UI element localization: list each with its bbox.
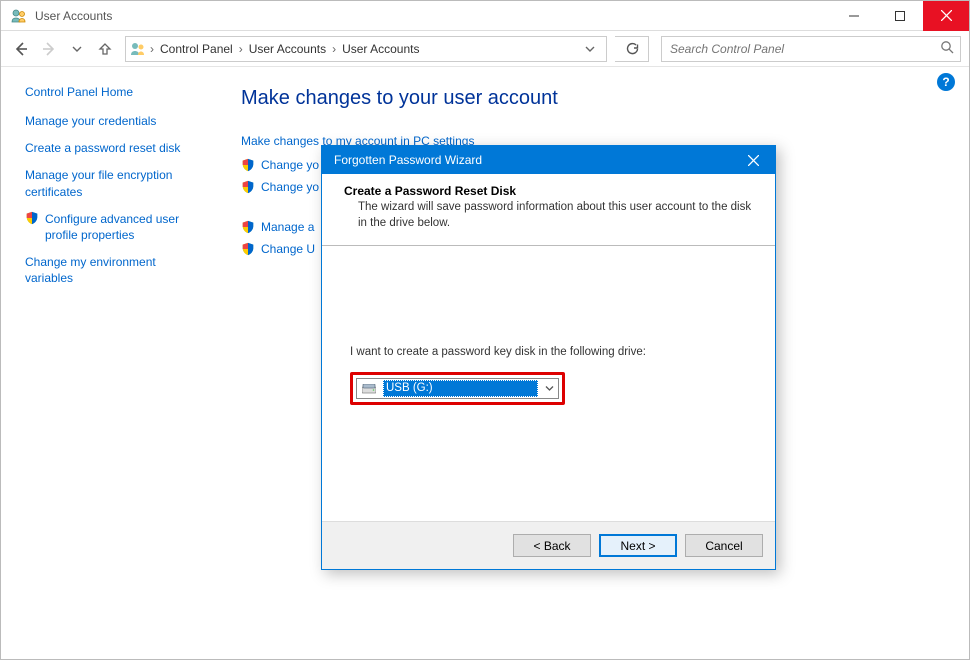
breadcrumb-item[interactable]: User Accounts bbox=[247, 40, 328, 58]
search-box[interactable] bbox=[661, 36, 961, 62]
refresh-button[interactable] bbox=[615, 36, 649, 62]
task-change-name[interactable]: Change yo bbox=[261, 158, 319, 172]
close-button[interactable] bbox=[923, 1, 969, 31]
sidebar-home-link[interactable]: Control Panel Home bbox=[25, 85, 199, 99]
window-title: User Accounts bbox=[35, 9, 112, 23]
sidebar-link-advanced-profile[interactable]: Configure advanced user profile properti… bbox=[45, 211, 199, 243]
sidebar-link-env-vars[interactable]: Change my environment variables bbox=[25, 254, 199, 286]
task-manage-another[interactable]: Manage a bbox=[261, 220, 314, 234]
wizard-titlebar[interactable]: Forgotten Password Wizard bbox=[322, 146, 775, 174]
drive-select-highlight: USB (G:) bbox=[350, 372, 565, 405]
shield-icon bbox=[25, 211, 39, 225]
chevron-right-icon[interactable]: › bbox=[239, 42, 243, 56]
wizard-title-text: Forgotten Password Wizard bbox=[334, 153, 482, 167]
back-button[interactable]: < Back bbox=[513, 534, 591, 557]
breadcrumb-item[interactable]: Control Panel bbox=[158, 40, 235, 58]
sidebar: Control Panel Home Manage your credentia… bbox=[1, 67, 211, 659]
search-input[interactable] bbox=[668, 41, 940, 57]
shield-icon bbox=[241, 242, 255, 256]
maximize-button[interactable] bbox=[877, 1, 923, 31]
shield-icon bbox=[241, 220, 255, 234]
minimize-button[interactable] bbox=[831, 1, 877, 31]
wizard-header: Create a Password Reset Disk The wizard … bbox=[322, 174, 775, 246]
breadcrumb-item[interactable]: User Accounts bbox=[340, 40, 421, 58]
wizard-button-row: < Back Next > Cancel bbox=[322, 521, 775, 569]
chevron-right-icon[interactable]: › bbox=[150, 42, 154, 56]
back-button[interactable] bbox=[9, 37, 33, 61]
sidebar-link-reset-disk[interactable]: Create a password reset disk bbox=[25, 140, 199, 156]
shield-icon bbox=[241, 180, 255, 194]
sidebar-link-encryption[interactable]: Manage your file encryption certificates bbox=[25, 167, 199, 199]
navbar: › Control Panel › User Accounts › User A… bbox=[1, 31, 969, 67]
drive-select-value: USB (G:) bbox=[383, 380, 538, 397]
wizard-close-button[interactable] bbox=[739, 149, 767, 171]
search-icon[interactable] bbox=[940, 40, 954, 57]
page-heading: Make changes to your user account bbox=[241, 87, 929, 110]
chevron-down-icon[interactable] bbox=[540, 384, 558, 393]
forward-button[interactable] bbox=[37, 37, 61, 61]
recent-locations-button[interactable] bbox=[65, 37, 89, 61]
titlebar: User Accounts bbox=[1, 1, 969, 31]
drive-icon bbox=[361, 381, 377, 397]
up-button[interactable] bbox=[93, 37, 117, 61]
shield-icon bbox=[241, 158, 255, 172]
address-history-button[interactable] bbox=[578, 37, 602, 61]
task-change-uac[interactable]: Change U bbox=[261, 242, 315, 256]
chevron-right-icon[interactable]: › bbox=[332, 42, 336, 56]
wizard-subtext: The wizard will save password informatio… bbox=[358, 200, 753, 231]
wizard-prompt: I want to create a password key disk in … bbox=[350, 346, 747, 358]
app-icon bbox=[9, 6, 29, 26]
sidebar-link-credentials[interactable]: Manage your credentials bbox=[25, 113, 199, 129]
forgotten-password-wizard: Forgotten Password Wizard Create a Passw… bbox=[321, 145, 776, 570]
wizard-heading: Create a Password Reset Disk bbox=[344, 184, 516, 198]
task-change-type[interactable]: Change yo bbox=[261, 180, 319, 194]
drive-select[interactable]: USB (G:) bbox=[356, 378, 559, 399]
next-button[interactable]: Next > bbox=[599, 534, 677, 557]
wizard-body: I want to create a password key disk in … bbox=[322, 246, 775, 521]
address-bar[interactable]: › Control Panel › User Accounts › User A… bbox=[125, 36, 607, 62]
user-accounts-icon bbox=[130, 41, 146, 57]
cancel-button[interactable]: Cancel bbox=[685, 534, 763, 557]
